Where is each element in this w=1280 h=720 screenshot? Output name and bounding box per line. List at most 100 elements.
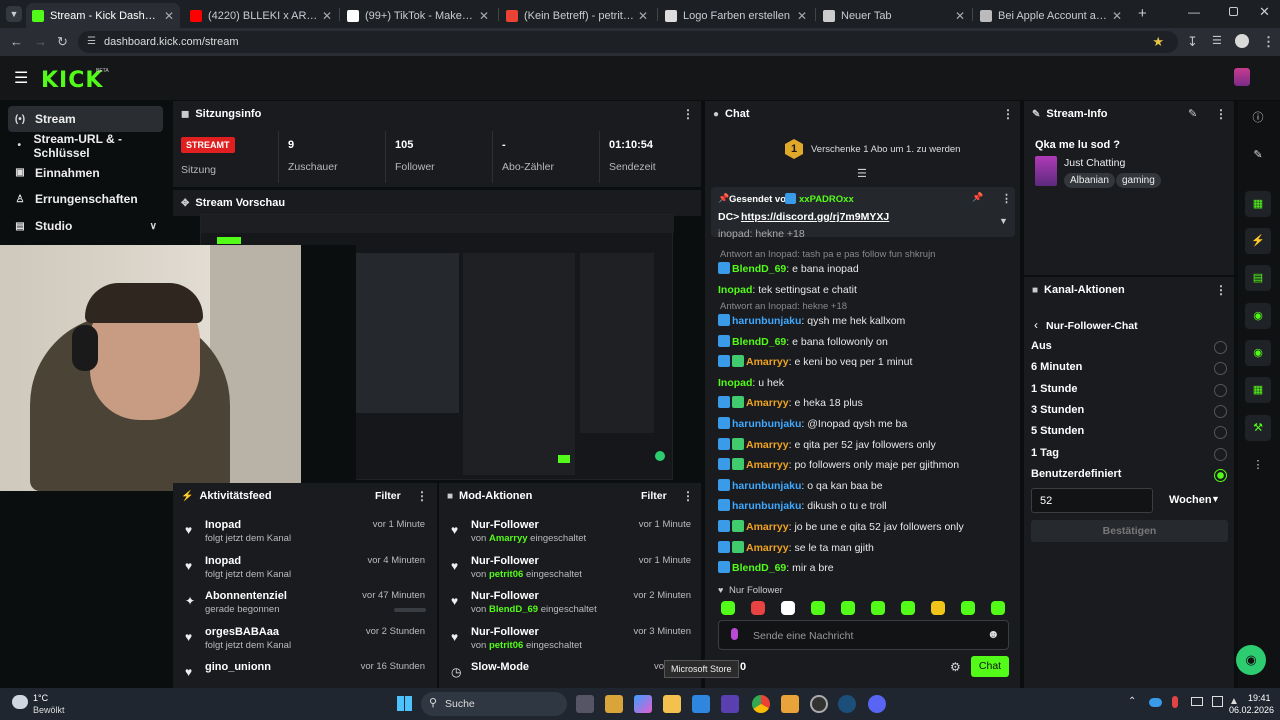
browser-tab[interactable]: (Kein Betreff) - petritramadani3 ✕ [500,3,654,28]
emote-icon[interactable] [841,601,855,615]
boost-icon[interactable]: ⚡ [1245,228,1271,254]
broadcast-rail-icon[interactable]: ◉ [1245,340,1271,366]
pinned-expand-icon[interactable]: ▼ [999,216,1008,226]
chat-username[interactable]: harunbunjaku [732,480,801,492]
activity-item[interactable]: ♥ Inopad folgt jetzt dem Kanal vor 4 Minute… [173,555,433,591]
tab-close-icon[interactable]: ✕ [638,9,648,23]
browser-menu-icon[interactable]: ⋮ [1262,34,1275,50]
chat-settings-icon[interactable]: ⚙ [950,660,961,674]
display-icon[interactable] [1191,697,1203,706]
mod-user[interactable]: BlendD_69 [489,604,538,615]
chat-message[interactable]: BlendD_69: e bana inopad [718,261,859,277]
sidebar-item-stream[interactable]: (•) Stream [8,106,163,132]
download-icon[interactable]: ↧ [1187,34,1198,50]
mic-tray-icon[interactable] [1172,696,1178,708]
discord-icon[interactable] [868,695,886,713]
mod-action-item[interactable]: ♥ Nur-Follower von BlendD_69 eingeschaltet… [439,590,699,626]
message-icon[interactable]: ◉ [1245,303,1271,329]
activity-menu-icon[interactable]: ⋮ [416,489,428,503]
radio-button[interactable] [1214,468,1227,482]
chat-message[interactable]: BlendD_69: e bana followonly on [718,334,888,350]
edit-icon[interactable]: ✎ [1245,142,1271,168]
mod-menu-icon[interactable]: ⋮ [682,489,694,503]
back-chevron-icon[interactable]: ‹ [1034,318,1038,332]
browser-tab[interactable]: Stream - Kick Dashboard ✕ [26,3,180,28]
emote-icon[interactable] [811,601,825,615]
clock-date[interactable]: 06.02.2026 [1229,705,1274,715]
sidebar-item-studio[interactable]: ▤ Studio ∨ [8,213,163,239]
chat-message[interactable]: harunbunjaku: qysh me hek kallxom [718,313,905,329]
duration-option[interactable]: 5 Stunden [1031,425,1084,437]
chat-message[interactable]: harunbunjaku: dikush o tu e troll [718,498,887,514]
category-name[interactable]: Just Chatting [1064,157,1125,169]
browser-tab[interactable]: (4220) BLLEKI x ARTUR - KOALI ✕ [184,3,338,28]
emote-icon[interactable] [751,601,765,615]
network-icon[interactable] [1212,696,1223,707]
tools-icon[interactable]: ⚒ [1245,415,1271,441]
forward-icon[interactable]: → [34,34,47,49]
more-icon[interactable]: ⋮ [1245,452,1271,478]
chrome-taskbar-icon[interactable] [752,695,770,713]
stream-tag[interactable]: Albanian [1064,173,1115,188]
tray-chevron-icon[interactable]: ⌃ [1128,696,1136,707]
tab-close-icon[interactable]: ✕ [164,9,174,23]
radio-button[interactable] [1214,383,1227,397]
activity-item[interactable]: ✦ Abonnentenziel gerade begonnen vor 47 Min… [173,590,433,626]
duration-option[interactable]: Aus [1031,340,1052,352]
tab-close-icon[interactable]: ✕ [1112,9,1122,23]
back-label[interactable]: Nur-Follower-Chat [1046,320,1138,332]
chat-username[interactable]: Inopad [718,377,752,389]
windows-start-icon[interactable] [397,696,412,711]
radio-button[interactable] [1214,447,1227,461]
duration-option[interactable]: 1 Stunde [1031,383,1077,395]
info-icon[interactable]: ⓘ [1245,105,1271,131]
duration-option[interactable]: 1 Tag [1031,447,1059,459]
chat-username[interactable]: harunbunjaku [732,500,801,512]
chat-username[interactable]: Amarryy [746,439,789,451]
chat-username[interactable]: Amarryy [746,356,789,368]
chat-message[interactable]: Amarryy: e heka 18 plus [718,395,863,411]
pinned-by-user[interactable]: xxPADROxx [799,194,854,205]
session-menu-icon[interactable]: ⋮ [682,107,694,121]
chat-input[interactable]: Sende eine Nachricht ☻ [718,620,1009,650]
chat-username[interactable]: harunbunjaku [732,418,801,430]
tab-close-icon[interactable]: ✕ [322,9,332,23]
unit-chevron-icon[interactable]: ▼ [1211,494,1220,504]
mod-filter-button[interactable]: Filter [641,490,667,502]
mod-user[interactable]: Amarryy [489,533,528,544]
duration-option[interactable]: 3 Stunden [1031,404,1084,416]
layout-icon[interactable]: ▦ [1245,377,1271,403]
stream-info-menu-icon[interactable]: ⋮ [1215,107,1227,121]
kick-logo[interactable]: KICK [41,68,103,93]
chat-username[interactable]: Amarryy [746,521,789,533]
clip-icon[interactable]: ▦ [1245,191,1271,217]
sidebar-item-einnahmen[interactable]: ▣ Einnahmen [8,160,163,186]
maximize-button[interactable] [1229,7,1238,16]
collapse-icon[interactable]: ☰ [857,167,867,180]
duration-option[interactable]: Benutzerdefiniert [1031,468,1121,480]
new-tab-button[interactable]: + [1138,5,1147,22]
chat-message[interactable]: harunbunjaku: @Inopad qysh me ba [718,416,907,432]
back-icon[interactable]: ← [10,34,23,49]
chat-message[interactable]: harunbunjaku: o qa kan baa be [718,478,883,494]
mod-user[interactable]: petrit06 [489,569,523,580]
store-icon[interactable] [692,695,710,713]
chat-message[interactable]: Amarryy: se le ta man gjith [718,540,874,556]
tab-close-icon[interactable]: ✕ [797,9,807,23]
chat-username[interactable]: Amarryy [746,459,789,471]
chat-message[interactable]: Amarryy: po followers only maje per gjit… [718,457,959,473]
radio-button[interactable] [1214,341,1227,354]
hamburger-menu-icon[interactable]: ☰ [14,68,28,88]
steam-icon[interactable] [838,695,856,713]
browser-tab[interactable]: Bei Apple Account anmelden ✕ [974,3,1128,28]
app-icon[interactable] [721,695,739,713]
cloud-icon[interactable] [1149,698,1162,707]
chat-message[interactable]: Amarryy: jo be une e qita 52 jav followe… [718,519,964,535]
chat-username[interactable]: Inopad [718,284,752,296]
chat-username[interactable]: BlendD_69 [732,263,786,275]
clock-time[interactable]: 19:41 [1248,693,1271,703]
obs-icon[interactable] [810,695,828,713]
copilot-icon[interactable] [634,695,652,713]
emote-icon[interactable] [721,601,735,615]
minimize-button[interactable]: — [1188,5,1200,19]
